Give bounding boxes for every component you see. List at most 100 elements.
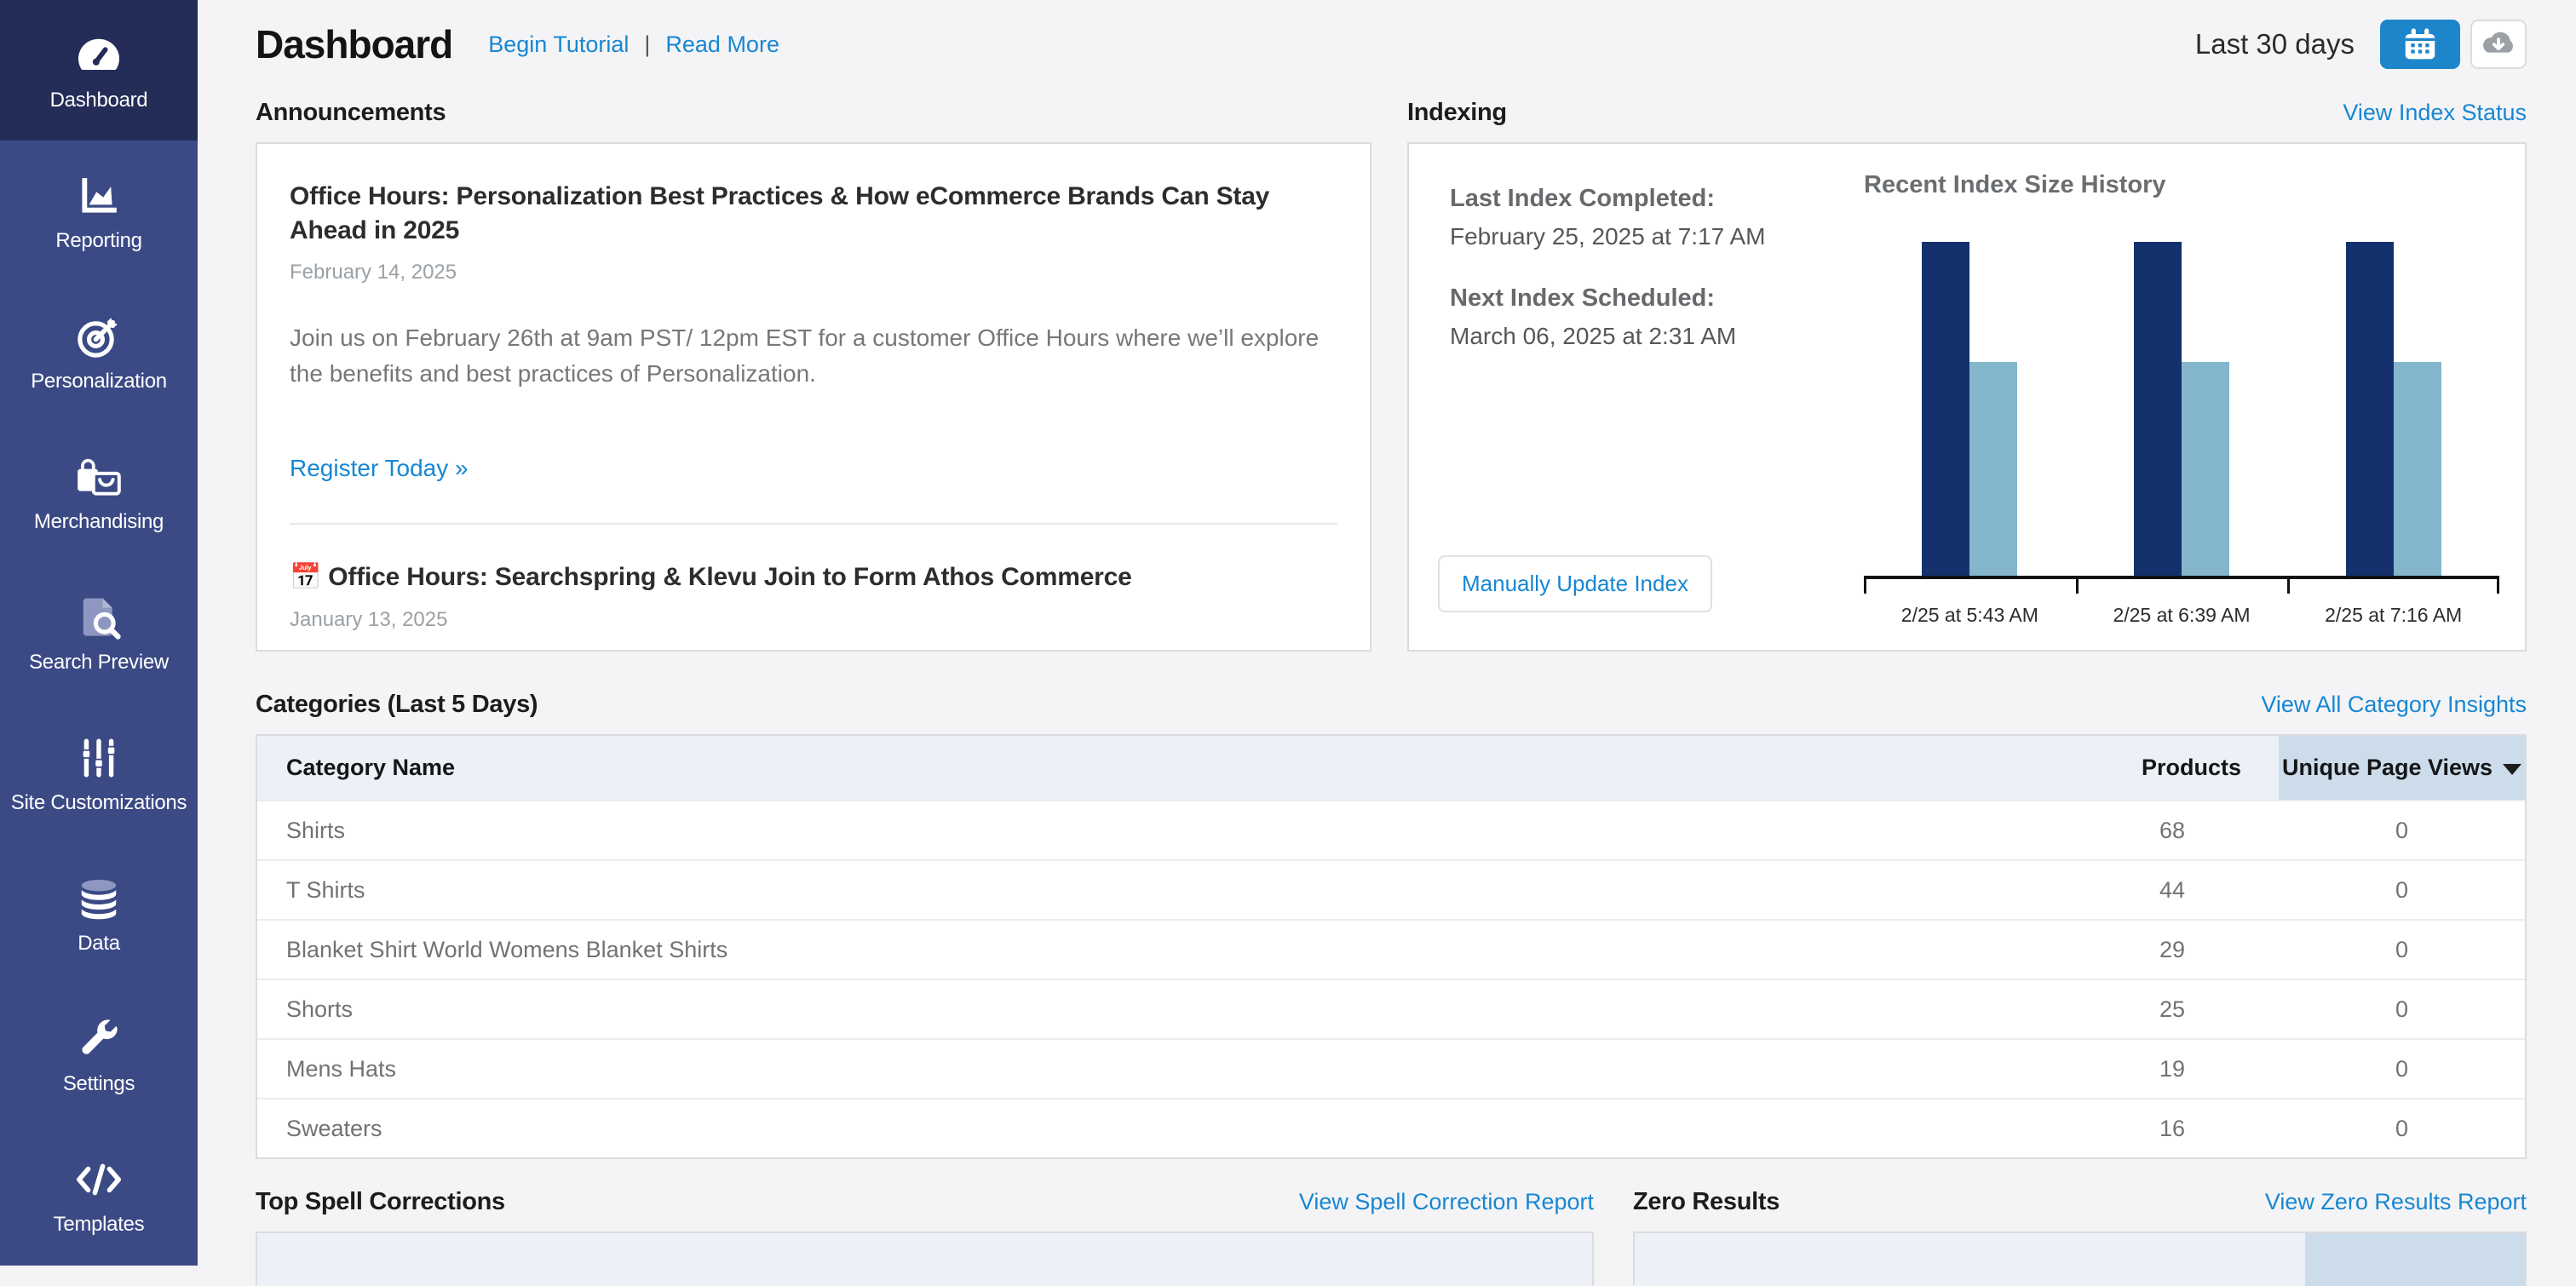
table-row: Sweaters160 bbox=[257, 1098, 2525, 1157]
database-icon bbox=[76, 872, 122, 925]
unique-page-views-cell: 0 bbox=[2279, 1056, 2525, 1082]
register-today-link[interactable]: Register Today » bbox=[290, 455, 469, 482]
sidebar-item-search-preview[interactable]: Search Preview bbox=[0, 562, 198, 703]
sidebar-item-merchandising[interactable]: Merchandising bbox=[0, 422, 198, 562]
bottom-panels-row: Top Spell Corrections View Spell Correct… bbox=[256, 1188, 2527, 1286]
zero-results-section: Zero Results View Zero Results Report bbox=[1633, 1188, 2527, 1286]
products-cell: 68 bbox=[1887, 818, 2279, 844]
wrench-icon bbox=[76, 1013, 122, 1065]
table-row: Shorts250 bbox=[257, 979, 2525, 1038]
sidebar-item-dashboard[interactable]: Dashboard bbox=[0, 0, 198, 141]
sort-descending-caret-icon bbox=[2503, 764, 2521, 775]
products-cell: 44 bbox=[1887, 877, 2279, 904]
column-header-unique-page-views[interactable]: Unique Page Views bbox=[2279, 736, 2525, 800]
view-index-status-link[interactable]: View Index Status bbox=[2343, 100, 2527, 126]
chart-plot-area bbox=[1864, 144, 2499, 579]
sidebar-item-label: Merchandising bbox=[34, 510, 164, 534]
sidebar-item-label: Settings bbox=[63, 1072, 135, 1096]
unique-page-views-cell: 0 bbox=[2279, 818, 2525, 844]
index-size-bar-dark bbox=[2346, 242, 2394, 576]
sidebar-item-label: Dashboard bbox=[50, 89, 148, 112]
zero-results-sorted-column-header bbox=[2305, 1233, 2525, 1286]
zero-results-heading: Zero Results bbox=[1633, 1188, 1780, 1216]
table-row: T Shirts440 bbox=[257, 859, 2525, 919]
index-size-chart: Recent Index Size History 2/25 at 5:43 A… bbox=[1860, 144, 2516, 653]
indexing-section: Indexing View Index Status Last Index Co… bbox=[1407, 65, 2527, 652]
spell-corrections-heading: Top Spell Corrections bbox=[256, 1188, 505, 1216]
code-icon bbox=[74, 1153, 124, 1206]
sidebar-item-personalization[interactable]: Personalization bbox=[0, 281, 198, 422]
export-button[interactable] bbox=[2470, 20, 2527, 69]
announcement: Office Hours: Personalization Best Pract… bbox=[290, 180, 1337, 482]
zero-results-table-header bbox=[1633, 1231, 2527, 1286]
table-row: Shirts680 bbox=[257, 800, 2525, 859]
gauge-icon bbox=[73, 29, 124, 82]
sidebar-item-templates[interactable]: Templates bbox=[0, 1124, 198, 1265]
announcement-date: February 14, 2025 bbox=[290, 261, 1337, 284]
link-separator: | bbox=[644, 32, 650, 58]
date-range-picker-button[interactable] bbox=[2380, 20, 2460, 69]
sidebar-item-label: Site Customizations bbox=[11, 791, 187, 815]
sliders-icon bbox=[78, 732, 120, 784]
announcement-title: Office Hours: Personalization Best Pract… bbox=[290, 180, 1337, 247]
calendar-emoji: 📅 bbox=[290, 563, 328, 591]
unique-page-views-cell: 0 bbox=[2279, 1116, 2525, 1142]
sidebar-item-label: Reporting bbox=[55, 229, 141, 253]
target-icon bbox=[75, 310, 123, 363]
date-range-label: Last 30 days bbox=[2195, 28, 2355, 60]
announcement-title: 📅 Office Hours: Searchspring & Klevu Joi… bbox=[290, 560, 1337, 594]
category-name-cell: T Shirts bbox=[257, 877, 1887, 904]
read-more-link[interactable]: Read More bbox=[665, 32, 779, 58]
x-axis-tick bbox=[2076, 579, 2079, 594]
categories-table: Category Name Products Unique Page Views… bbox=[256, 734, 2527, 1159]
announcements-section: Announcements Office Hours: Personalizat… bbox=[256, 65, 1371, 652]
page-header: Dashboard Begin Tutorial | Read More Las… bbox=[256, 0, 2527, 65]
manually-update-index-button[interactable]: Manually Update Index bbox=[1438, 555, 1712, 612]
announcement-date: January 13, 2025 bbox=[290, 608, 1337, 632]
cloud-download-icon bbox=[2479, 27, 2518, 62]
sidebar-item-data[interactable]: Data bbox=[0, 843, 198, 984]
sidebar-item-label: Personalization bbox=[31, 370, 167, 393]
spell-corrections-section: Top Spell Corrections View Spell Correct… bbox=[256, 1188, 1594, 1286]
sidebar-item-label: Data bbox=[78, 932, 120, 956]
announcements-heading: Announcements bbox=[256, 99, 446, 127]
products-cell: 29 bbox=[1887, 937, 2279, 963]
bar-group bbox=[1922, 242, 2017, 576]
sidebar-item-site-customizations[interactable]: Site Customizations bbox=[0, 703, 198, 843]
announcement: 📅 Office Hours: Searchspring & Klevu Joi… bbox=[290, 560, 1337, 652]
header-links: Begin Tutorial | Read More bbox=[488, 32, 779, 58]
category-name-cell: Blanket Shirt World Womens Blanket Shirt… bbox=[257, 937, 1887, 963]
shopping-bags-icon bbox=[74, 451, 124, 503]
x-axis-tick bbox=[2287, 579, 2290, 594]
sidebar-item-settings[interactable]: Settings bbox=[0, 984, 198, 1124]
categories-table-header: Category Name Products Unique Page Views bbox=[257, 736, 2525, 800]
unique-page-views-cell: 0 bbox=[2279, 937, 2525, 963]
announcement-divider bbox=[290, 523, 1337, 525]
column-header-products[interactable]: Products bbox=[1887, 736, 2279, 800]
column-header-category-name[interactable]: Category Name bbox=[257, 736, 1887, 800]
view-spell-correction-report-link[interactable]: View Spell Correction Report bbox=[1299, 1189, 1594, 1215]
sidebar: Dashboard Reporting Personalization Merchan… bbox=[0, 0, 198, 1266]
view-all-category-insights-link[interactable]: View All Category Insights bbox=[2261, 692, 2527, 718]
x-axis-tick bbox=[2497, 579, 2499, 594]
main-content: Dashboard Begin Tutorial | Read More Las… bbox=[256, 0, 2527, 1286]
sidebar-item-reporting[interactable]: Reporting bbox=[0, 141, 198, 281]
sidebar-item-label: Search Preview bbox=[29, 651, 169, 675]
table-row: Blanket Shirt World Womens Blanket Shirt… bbox=[257, 919, 2525, 979]
calendar-icon bbox=[2401, 25, 2439, 65]
categories-heading: Categories (Last 5 Days) bbox=[256, 691, 538, 719]
announcement-body: Join us on February 26th at 9am PST/ 12p… bbox=[290, 320, 1337, 392]
begin-tutorial-link[interactable]: Begin Tutorial bbox=[488, 32, 629, 58]
categories-section: Categories (Last 5 Days) View All Catego… bbox=[256, 691, 2527, 1159]
spell-corrections-table-header bbox=[256, 1231, 1594, 1286]
category-name-cell: Sweaters bbox=[257, 1116, 1887, 1142]
category-name-cell: Mens Hats bbox=[257, 1056, 1887, 1082]
column-header-unique-page-views-label: Unique Page Views bbox=[2282, 755, 2493, 781]
x-axis-tick bbox=[1864, 579, 1866, 594]
view-zero-results-report-link[interactable]: View Zero Results Report bbox=[2265, 1189, 2527, 1215]
top-panels-row: Announcements Office Hours: Personalizat… bbox=[256, 65, 2527, 652]
bar-group bbox=[2134, 242, 2229, 576]
products-cell: 25 bbox=[1887, 996, 2279, 1023]
category-name-cell: Shorts bbox=[257, 996, 1887, 1023]
indexing-panel: Last Index Completed: February 25, 2025 … bbox=[1407, 142, 2527, 652]
